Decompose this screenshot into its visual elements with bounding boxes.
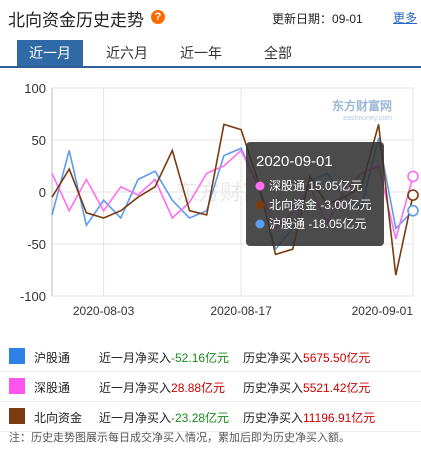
tooltip-item: 沪股通 -18.05亿元 — [269, 216, 366, 231]
logo-watermark-sub: eastmoney.com — [343, 115, 392, 122]
legend-name: 北向资金 — [34, 411, 83, 425]
tooltip-dot — [255, 219, 265, 229]
history-net-buy-label: 历史净买入 — [243, 411, 304, 425]
northbound-line-chart[interactable]: 100 50 0 -50 -100 2020-08-03 2020-08-17 2020-09… — [0, 70, 421, 320]
legend-row: 深股通 近一月净买入28.88亿元 历史净买入5521.42亿元 — [0, 372, 421, 402]
more-link[interactable]: 更多 — [393, 9, 417, 26]
history-net-buy: 历史净买入5521.42亿元 — [243, 379, 370, 396]
history-net-buy: 历史净买入5675.50亿元 — [243, 349, 370, 366]
end-marker-2 — [407, 189, 419, 201]
y-tick-label: 50 — [32, 133, 46, 148]
legend-swatch — [9, 348, 25, 364]
month-net-buy-label: 近一月净买入 — [99, 381, 172, 395]
y-tick-label: 0 — [39, 185, 46, 200]
month-net-buy-label: 近一月净买入 — [99, 351, 172, 365]
history-net-buy-label: 历史净买入 — [243, 351, 304, 365]
tooltip-item: 北向资金 -3.00亿元 — [269, 197, 372, 212]
period-tabs: 近一月 近六月 近一年 全部 — [0, 40, 421, 68]
legend-name: 沪股通 — [34, 351, 71, 365]
logo-watermark: 东方财富网 — [332, 98, 392, 113]
page-title: 北向资金历史走势 — [8, 11, 144, 30]
month-net-buy-value: -52.16亿元 — [171, 351, 230, 365]
legend-swatch — [9, 378, 25, 394]
x-tick-label: 2020-08-03 — [73, 304, 135, 318]
tooltip-dot — [255, 181, 265, 191]
y-tick-label: -100 — [20, 289, 46, 304]
help-icon[interactable]: ? — [151, 10, 165, 24]
tab-six-months[interactable]: 近六月 — [96, 40, 158, 66]
y-tick-label: -50 — [27, 237, 46, 252]
update-date-label: 更新日期： — [272, 12, 333, 26]
header: 北向资金历史走势 ? 更新日期：09-01 更多 — [0, 0, 421, 34]
footnote: 注：历史走势图展示每日成交净买入情况，累加后即为历史净买入额。 — [9, 432, 350, 444]
history-net-buy: 历史净买入11196.91亿元 — [243, 409, 375, 426]
update-date-info: 更新日期：09-01 — [272, 10, 363, 27]
legend-row: 北向资金 近一月净买入-23.28亿元 历史净买入11196.91亿元 — [0, 402, 421, 432]
end-marker-0 — [407, 204, 419, 217]
x-tick-label: 2020-09-01 — [352, 304, 414, 318]
month-net-buy-value: 28.88亿元 — [171, 381, 226, 395]
x-tick-label: 2020-08-17 — [210, 304, 272, 318]
update-date-value: 09-01 — [332, 12, 363, 26]
end-marker-1 — [407, 170, 419, 183]
tooltip-date: 2020-09-01 — [256, 153, 333, 170]
history-net-buy-value: 11196.91亿元 — [303, 411, 376, 425]
history-net-buy-value: 5521.42亿元 — [303, 381, 371, 395]
tooltip-item: 深股通 15.05亿元 — [269, 178, 362, 193]
history-net-buy-value: 5675.50亿元 — [303, 351, 371, 365]
tab-one-year[interactable]: 近一年 — [170, 40, 232, 66]
chart-end-markers — [407, 170, 419, 217]
chart-tooltip: 2020-09-01 深股通 15.05亿元北向资金 -3.00亿元沪股通 -18… — [246, 142, 384, 246]
tab-all[interactable]: 全部 — [248, 40, 308, 66]
month-net-buy: 近一月净买入-52.16亿元 — [99, 349, 229, 366]
legend-name: 深股通 — [34, 381, 71, 395]
tab-one-month[interactable]: 近一月 — [17, 40, 83, 66]
legend-swatch — [9, 408, 25, 424]
y-tick-label: 100 — [24, 81, 46, 96]
month-net-buy-label: 近一月净买入 — [99, 411, 172, 425]
month-net-buy: 近一月净买入28.88亿元 — [99, 379, 225, 396]
legend-row: 沪股通 近一月净买入-52.16亿元 历史净买入5675.50亿元 — [0, 342, 421, 372]
history-net-buy-label: 历史净买入 — [243, 381, 304, 395]
tooltip-dot — [255, 200, 265, 210]
month-net-buy: 近一月净买入-23.28亿元 — [99, 409, 229, 426]
month-net-buy-value: -23.28亿元 — [171, 411, 230, 425]
